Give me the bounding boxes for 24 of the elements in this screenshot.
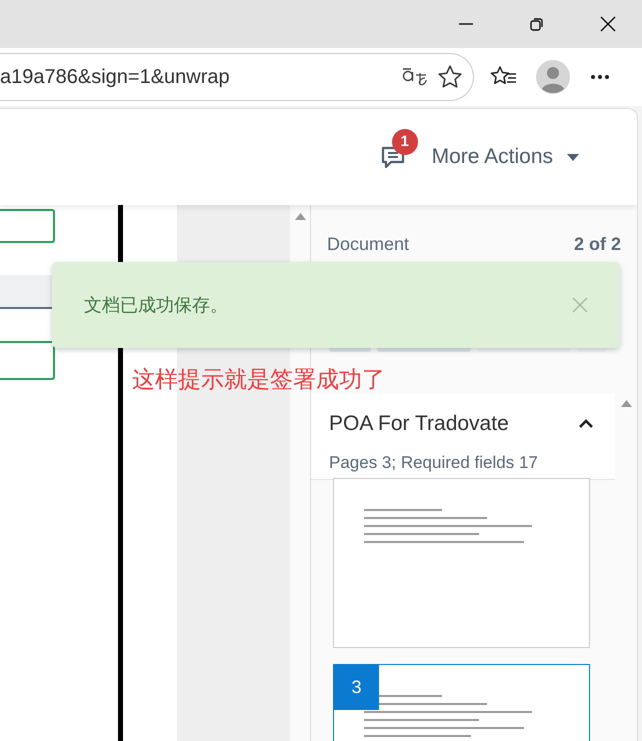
document-card-header[interactable]: POA For Tradovate Pages 3; Required fields 17 xyxy=(311,394,615,480)
close-icon[interactable] xyxy=(600,16,616,32)
scroll-up-icon[interactable] xyxy=(620,400,632,407)
document-title: POA For Tradovate xyxy=(329,411,509,437)
document-summary: Pages 3; Required fields 17 xyxy=(329,452,539,474)
address-bar[interactable]: a19a786&sign=1&unwrap xyxy=(0,53,474,101)
document-count: 2 of 2 xyxy=(574,233,621,256)
scroll-up-icon[interactable] xyxy=(294,213,306,220)
annotation-text: 这样提示就是签署成功了 xyxy=(132,365,385,394)
more-actions-button[interactable]: More Actions xyxy=(432,141,579,173)
toast-message: 文档已成功保存。 xyxy=(84,294,228,316)
page-thumbnail[interactable]: 3 xyxy=(333,664,590,741)
profile-avatar-icon[interactable] xyxy=(536,60,570,94)
chevron-up-icon[interactable] xyxy=(579,419,593,428)
form-field[interactable] xyxy=(0,209,55,243)
page-number-badge: 3 xyxy=(334,665,379,710)
restore-icon[interactable] xyxy=(529,16,545,32)
star-icon[interactable] xyxy=(437,64,463,90)
more-icon[interactable] xyxy=(590,74,610,80)
address-text: a19a786&sign=1&unwrap xyxy=(0,65,230,90)
page-thumbnail[interactable] xyxy=(333,478,590,648)
document-label: Document xyxy=(327,233,410,256)
notification-badge: 1 xyxy=(392,129,418,155)
caret-icon xyxy=(567,154,579,160)
